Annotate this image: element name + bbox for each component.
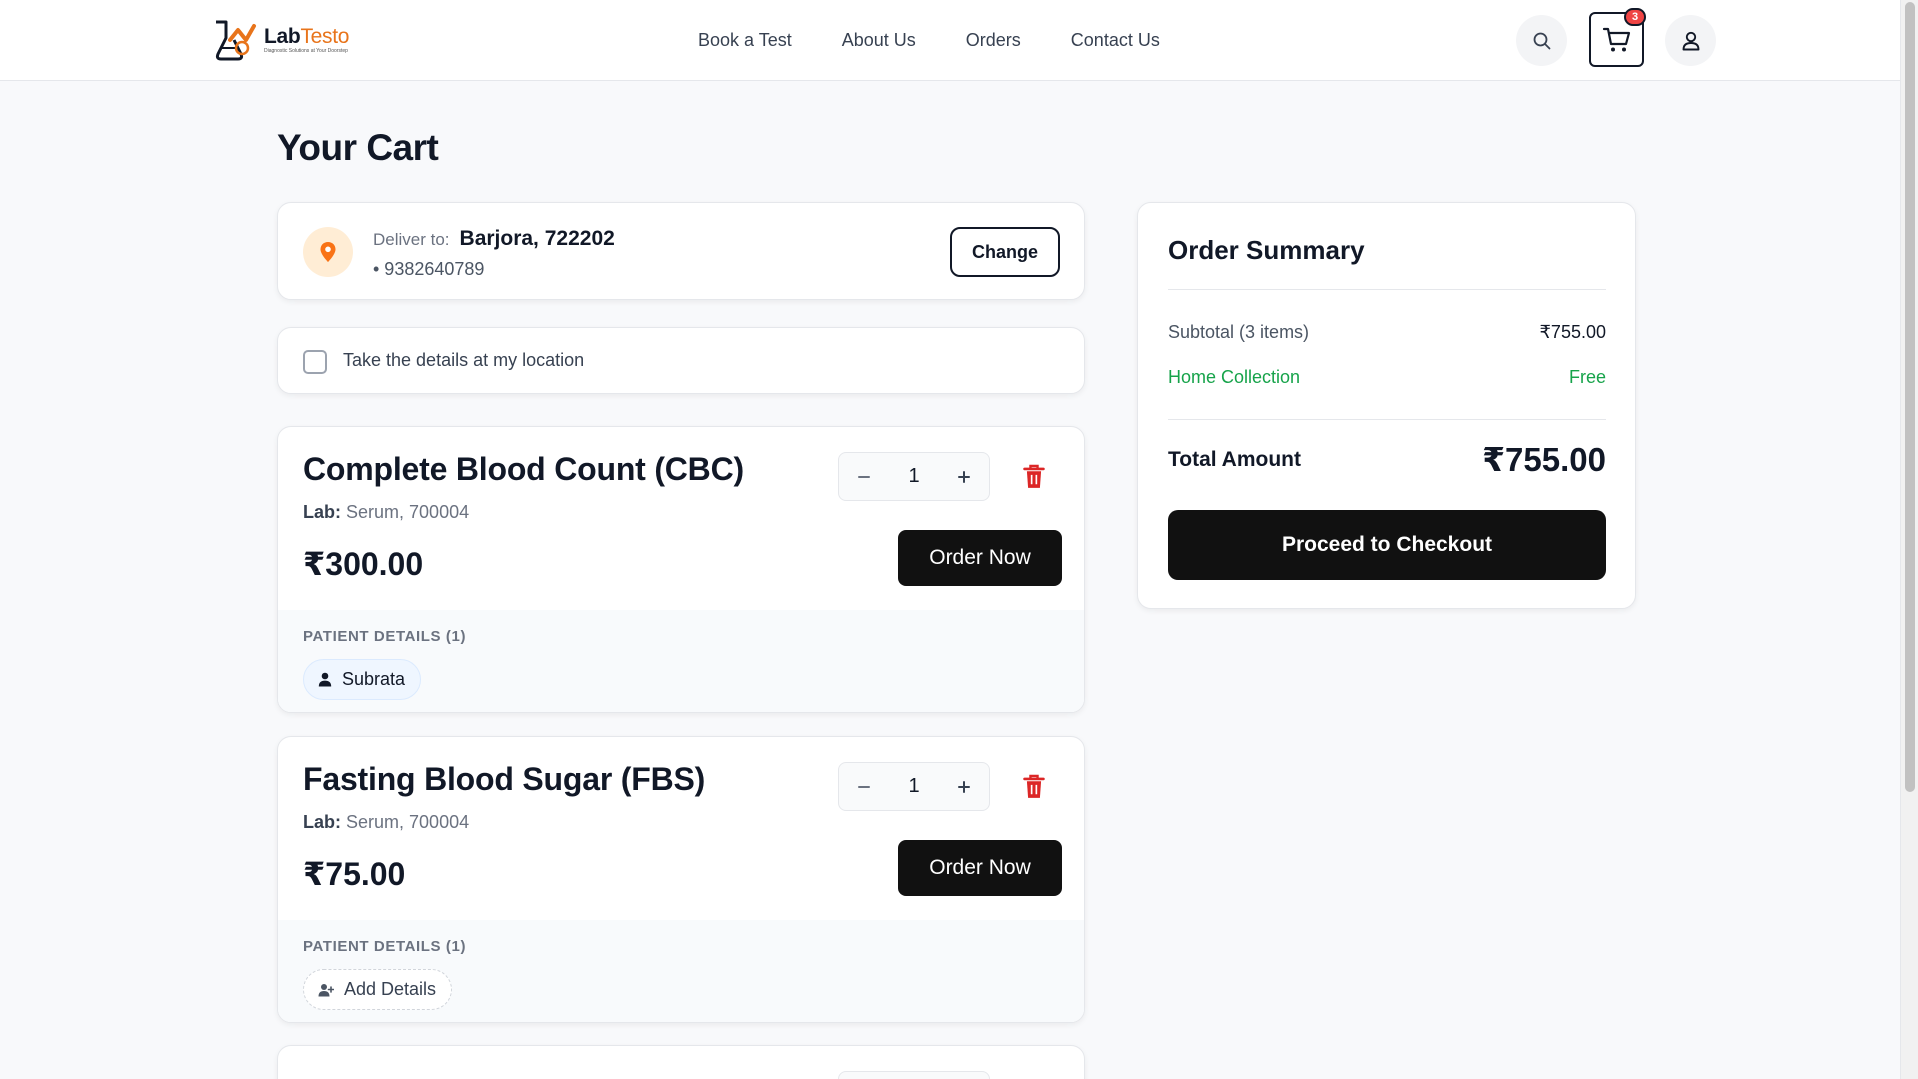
order-now-button[interactable]: Order Now bbox=[898, 840, 1062, 896]
nav-contact-us[interactable]: Contact Us bbox=[1071, 29, 1160, 51]
item-price: ₹300.00 bbox=[303, 546, 424, 582]
location-pin-badge bbox=[303, 227, 353, 277]
patient-details-section: PATIENT DETAILS (1) Add Details bbox=[278, 920, 1084, 1022]
total-row: Total Amount ₹755.00 bbox=[1168, 440, 1606, 479]
increase-quantity-button[interactable] bbox=[939, 763, 989, 810]
item-lab: Lab: Serum, 700004 bbox=[303, 502, 469, 523]
add-details-label: Add Details bbox=[344, 979, 437, 999]
trash-icon[interactable] bbox=[1022, 773, 1046, 799]
top-navbar: LabTesto Diagnostic Solutions at Your Do… bbox=[0, 0, 1900, 81]
add-details-button[interactable]: Add Details bbox=[303, 969, 453, 1010]
brand-name-part2: Testo bbox=[300, 25, 350, 48]
item-lab-label: Lab: bbox=[303, 812, 341, 832]
quantity-stepper: 1 bbox=[838, 762, 990, 811]
item-lab-value: Serum, 700004 bbox=[346, 812, 470, 832]
brand-tagline: Diagnostic Solutions at Your Doorstep bbox=[264, 48, 348, 54]
deliver-to-label: Deliver to: bbox=[373, 230, 450, 249]
search-icon bbox=[1533, 32, 1550, 49]
total-value: ₹755.00 bbox=[1482, 441, 1606, 478]
user-icon bbox=[318, 672, 332, 687]
patient-details-section: PATIENT DETAILS (1) Subrata bbox=[278, 610, 1084, 712]
patient-details-label: PATIENT DETAILS (1) bbox=[303, 938, 467, 955]
location-checkbox[interactable] bbox=[303, 350, 327, 374]
patient-details-label: PATIENT DETAILS (1) bbox=[303, 628, 467, 645]
minus-icon bbox=[858, 475, 870, 478]
home-collection-row: Home Collection Free bbox=[1168, 367, 1606, 388]
logo-icon bbox=[215, 20, 256, 61]
decrease-quantity-button[interactable] bbox=[839, 453, 889, 500]
nav-orders[interactable]: Orders bbox=[966, 29, 1021, 51]
page-title: Your Cart bbox=[277, 127, 439, 168]
scrollbar-thumb[interactable] bbox=[1905, 2, 1915, 792]
proceed-to-checkout-button[interactable]: Proceed to Checkout bbox=[1168, 510, 1606, 580]
brand-name-part1: Lab bbox=[264, 25, 301, 48]
plus-icon bbox=[958, 470, 970, 483]
nav-book-a-test[interactable]: Book a Test bbox=[698, 29, 792, 51]
summary-divider bbox=[1168, 289, 1606, 290]
minus-icon bbox=[858, 785, 870, 788]
cart-icon bbox=[1602, 27, 1630, 51]
item-price: ₹75.00 bbox=[303, 856, 406, 892]
cart-button[interactable]: 3 bbox=[1589, 8, 1646, 67]
change-address-button[interactable]: Change bbox=[950, 227, 1060, 277]
location-pin-icon bbox=[320, 242, 336, 262]
order-summary-card: Order Summary Subtotal (3 items) ₹755.00… bbox=[1137, 202, 1636, 609]
item-name: Complete Blood Count (CBC) bbox=[303, 451, 744, 487]
item-lab: Lab: Serum, 700004 bbox=[303, 812, 469, 833]
patient-chip[interactable]: Subrata bbox=[303, 659, 422, 700]
quantity-value: 1 bbox=[908, 465, 920, 487]
delivery-place: Barjora, 722202 bbox=[459, 227, 615, 250]
increase-quantity-button[interactable] bbox=[939, 453, 989, 500]
location-checkbox-label[interactable]: Take the details at my location bbox=[343, 350, 584, 371]
cart-item: Complete Blood Count (CBC) Lab: Serum, 7… bbox=[277, 426, 1085, 713]
cart-count-badge: 3 bbox=[1624, 8, 1646, 26]
nav-about-us[interactable]: About Us bbox=[842, 29, 916, 51]
order-summary-title: Order Summary bbox=[1168, 235, 1365, 265]
home-collection-label: Home Collection bbox=[1168, 367, 1301, 387]
profile-button[interactable] bbox=[1665, 15, 1716, 66]
user-plus-icon bbox=[318, 983, 334, 996]
delivery-phone: • 9382640789 bbox=[373, 259, 485, 279]
plus-icon bbox=[958, 780, 970, 793]
search-button[interactable] bbox=[1516, 15, 1567, 66]
cart-item bbox=[277, 1045, 1085, 1079]
main-nav: Book a Test About Us Orders Contact Us bbox=[698, 29, 1160, 51]
item-lab-label: Lab: bbox=[303, 502, 341, 522]
quantity-stepper: 1 bbox=[838, 452, 990, 501]
quantity-value: 1 bbox=[908, 775, 920, 797]
cart-item: Fasting Blood Sugar (FBS) Lab: Serum, 70… bbox=[277, 736, 1085, 1023]
brand-logo[interactable]: LabTesto Diagnostic Solutions at Your Do… bbox=[212, 18, 349, 62]
delivery-address-card: Deliver to: Barjora, 722202 • 9382640789… bbox=[277, 202, 1085, 300]
quantity-stepper bbox=[838, 1071, 990, 1079]
decrease-quantity-button[interactable] bbox=[839, 763, 889, 810]
user-icon bbox=[1682, 31, 1699, 50]
summary-divider bbox=[1168, 419, 1606, 420]
subtotal-value: ₹755.00 bbox=[1539, 322, 1606, 342]
subtotal-label: Subtotal (3 items) bbox=[1168, 322, 1310, 342]
home-collection-value: Free bbox=[1568, 367, 1606, 387]
subtotal-row: Subtotal (3 items) ₹755.00 bbox=[1168, 322, 1606, 343]
page-scrollbar[interactable] bbox=[1900, 0, 1918, 1079]
item-name: Fasting Blood Sugar (FBS) bbox=[303, 761, 706, 797]
location-option-card: Take the details at my location bbox=[277, 327, 1085, 394]
total-label: Total Amount bbox=[1168, 447, 1301, 471]
order-now-button[interactable]: Order Now bbox=[898, 530, 1062, 586]
patient-name: Subrata bbox=[342, 669, 406, 689]
trash-icon[interactable] bbox=[1022, 463, 1046, 489]
item-lab-value: Serum, 700004 bbox=[346, 502, 470, 522]
